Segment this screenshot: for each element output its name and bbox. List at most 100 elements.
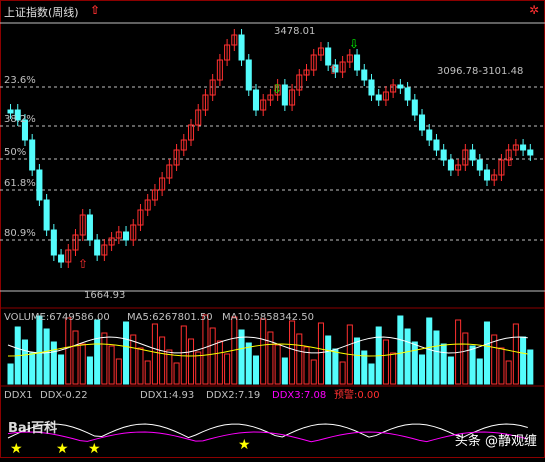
candle-body xyxy=(58,254,65,263)
candle-body xyxy=(50,229,57,256)
star-icon: ★ xyxy=(10,441,23,457)
volume-bar xyxy=(245,342,252,385)
chart-title: 上证指数(周线) xyxy=(4,6,79,19)
ddx-value: DDX-0.22 xyxy=(40,390,88,401)
volume-bar xyxy=(512,323,519,385)
candle-body xyxy=(418,114,426,131)
volume-bar xyxy=(187,338,195,385)
candle-body xyxy=(483,169,491,181)
ddx2-value: DDX2:7.19 xyxy=(206,390,261,401)
volume-bar xyxy=(476,358,483,385)
candle-body xyxy=(411,99,418,116)
volume-bar xyxy=(498,347,505,385)
volume-bar xyxy=(50,341,57,385)
volume-bar xyxy=(108,345,115,385)
volume-bar xyxy=(159,336,166,385)
candle-body xyxy=(36,169,43,201)
volume-bar xyxy=(325,335,332,385)
volume-bar xyxy=(440,343,447,385)
candle-body xyxy=(29,139,36,171)
volume-bar xyxy=(426,317,433,385)
volume-bar xyxy=(195,351,202,385)
volume-bar xyxy=(310,359,317,385)
candle-body xyxy=(361,69,368,81)
volume-bar xyxy=(202,314,209,385)
volume-bar xyxy=(180,325,187,385)
volume-bar xyxy=(86,356,93,385)
sell-arrow-icon: ⇩ xyxy=(272,82,282,96)
volume-bar xyxy=(433,330,440,385)
high-price-label: 3478.01 xyxy=(274,26,316,37)
buy-arrow-icon: ⇧ xyxy=(78,257,88,271)
settings-icon[interactable]: ✲ xyxy=(529,3,539,17)
volume-bar xyxy=(382,339,389,385)
volume-bar xyxy=(390,352,397,385)
candle-body xyxy=(86,214,93,241)
volume-bar xyxy=(317,322,324,385)
volume-bar xyxy=(115,358,122,385)
chart-window: ★ ★ ★ ★ ⇧ ⇩ ⇩ ⇧ ⇧ 上证指数(周线) ⇧ ✲ 23.6% 38.2% 50% 6… xyxy=(0,0,545,458)
volume-bar xyxy=(79,343,86,385)
fib-label-38: 38.2% xyxy=(4,114,36,125)
volume-bar xyxy=(65,317,72,385)
volume-bar xyxy=(404,328,411,385)
volume-bar xyxy=(151,323,158,385)
candle-body xyxy=(426,129,433,141)
volume-bar xyxy=(411,341,418,385)
volume-bar xyxy=(238,329,245,385)
volume-bar xyxy=(260,318,267,385)
volume-bar xyxy=(332,348,339,385)
candle-body xyxy=(43,199,50,231)
volume-bar xyxy=(368,363,375,385)
up-arrow-icon: ⇧ xyxy=(90,3,101,17)
star-icon: ★ xyxy=(88,441,101,457)
star-icon: ★ xyxy=(238,437,251,453)
low-price-label: 1664.93 xyxy=(84,290,126,301)
candle-body xyxy=(469,149,476,161)
ddx1-title: DDX1 xyxy=(4,390,33,401)
volume-bar xyxy=(224,353,231,385)
candle-body xyxy=(94,239,101,256)
volume-bar xyxy=(101,332,108,385)
volume-bar xyxy=(130,334,137,385)
volume-bar xyxy=(267,331,274,385)
volume-bar xyxy=(339,361,346,385)
candle-body xyxy=(404,87,411,101)
volume-bar xyxy=(123,321,130,385)
candle-body xyxy=(354,54,361,71)
candle-body xyxy=(397,84,404,89)
fib-label-61: 61.8% xyxy=(4,178,36,189)
volume-bar xyxy=(274,344,281,385)
sell-arrow-icon: ⇩ xyxy=(349,37,359,51)
volume-bar xyxy=(505,360,512,385)
volume-bar xyxy=(137,347,144,385)
volume-bar xyxy=(216,340,223,385)
volume-bar xyxy=(94,319,101,385)
volume-bar xyxy=(173,362,180,385)
candle-body xyxy=(7,109,14,114)
candle-body xyxy=(252,89,260,111)
ddx1-value: DDX1:4.93 xyxy=(140,390,195,401)
volume-bar xyxy=(58,354,65,385)
fib-label-50: 50% xyxy=(4,147,27,158)
volume-bar xyxy=(527,349,534,385)
alert-value: 预警:0.00 xyxy=(334,390,380,401)
baidu-watermark: Bai百科 xyxy=(8,421,58,436)
volume-bar xyxy=(29,352,36,385)
buy-arrow-icon: ⇧ xyxy=(328,63,338,77)
volume-bar xyxy=(397,315,404,385)
ma10-value: MA10:5858342.50 xyxy=(222,312,315,323)
candle-body xyxy=(447,159,454,171)
volume-bar xyxy=(296,333,303,385)
volume-value: VOLUME:6749586.00 xyxy=(4,312,110,323)
candle-body xyxy=(433,139,440,151)
candle-body xyxy=(476,159,483,171)
candle-body xyxy=(281,84,288,106)
volume-bar xyxy=(72,330,79,385)
fib-label-23: 23.6% xyxy=(4,75,36,86)
volume-bar xyxy=(21,339,28,385)
ddx3-value: DDX3:7.08 xyxy=(272,390,327,401)
toutiao-watermark: 头条 @静观缠 xyxy=(454,434,537,449)
candle-body xyxy=(527,149,534,156)
volume-bar xyxy=(7,363,14,385)
